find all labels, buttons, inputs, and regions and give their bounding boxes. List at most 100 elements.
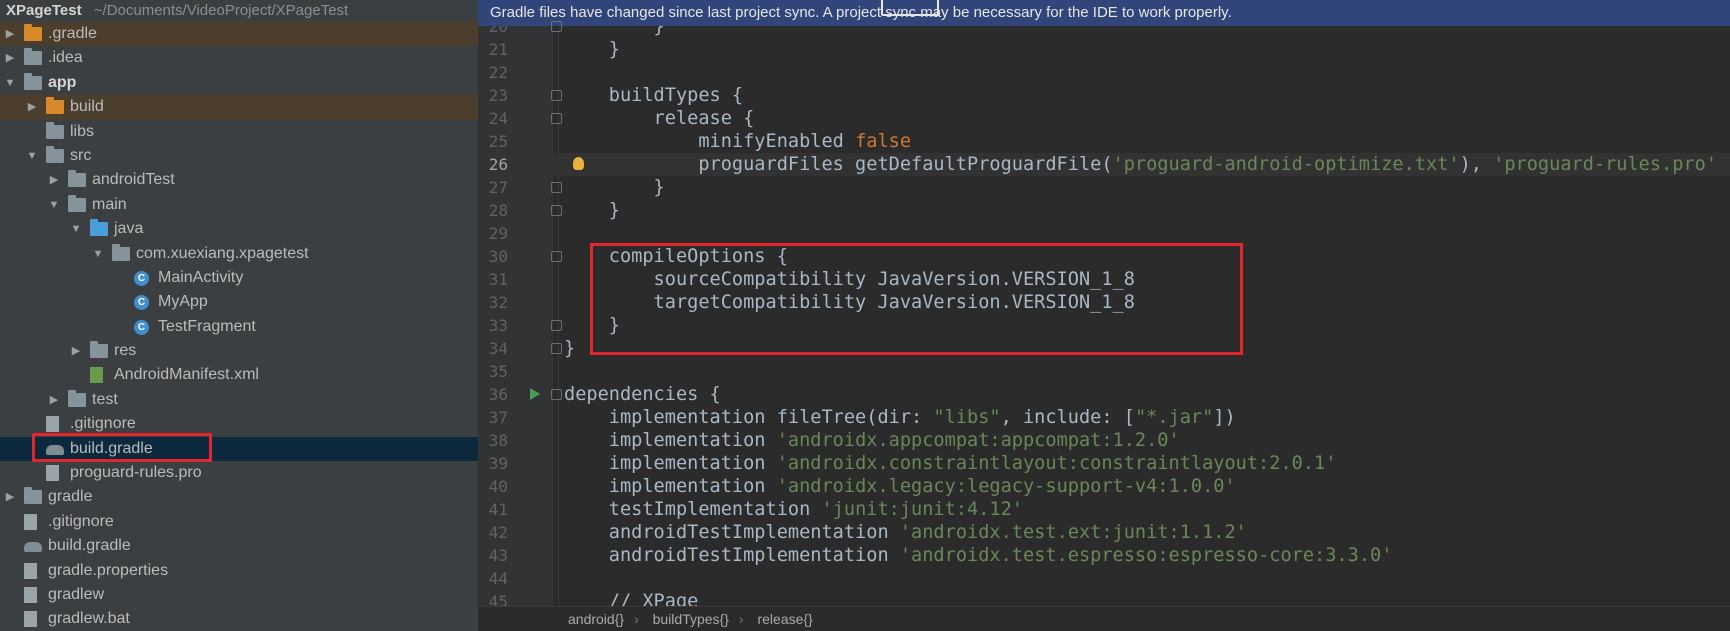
tree-item[interactable]: ▼ src	[0, 144, 478, 168]
code-line[interactable]: androidTestImplementation 'androidx.test…	[564, 521, 1247, 544]
code-line[interactable]: implementation 'androidx.appcompat:appco…	[564, 429, 1180, 452]
code-line[interactable]: compileOptions {	[564, 245, 788, 268]
code-token: }	[564, 315, 620, 336]
tree-item[interactable]: gradlew.bat	[0, 607, 478, 631]
tree-item[interactable]: ▶ .gradle	[0, 22, 478, 47]
code-line[interactable]: minifyEnabled false	[564, 130, 911, 153]
code-line[interactable]: }	[564, 314, 620, 337]
tree-item[interactable]: gradle.properties	[0, 559, 478, 583]
code-token: proguardFiles getDefaultProguardFile(	[564, 154, 1113, 175]
fold-marker-icon[interactable]	[551, 320, 562, 331]
tree-item[interactable]: C TestFragment	[0, 315, 478, 339]
code-token: }	[564, 338, 576, 359]
project-header[interactable]: XPageTest ~/Documents/VideoProject/XPage…	[0, 0, 478, 21]
chevron-right-icon[interactable]: ▶	[48, 168, 60, 192]
code-token: }	[564, 39, 620, 60]
chevron-down-icon[interactable]: ▼	[4, 71, 16, 95]
fold-marker-icon[interactable]	[551, 343, 562, 354]
tree-item-label: .gradle	[48, 25, 97, 42]
tree-item[interactable]: ▼ com.xuexiang.xpagetest	[0, 242, 478, 266]
tree-item[interactable]: ▼ java	[0, 217, 478, 241]
code-line[interactable]: sourceCompatibility JavaVersion.VERSION_…	[564, 268, 1135, 291]
code-line[interactable]: }	[564, 38, 620, 61]
code-line[interactable]: }	[564, 337, 575, 360]
breadcrumb-item[interactable]: buildTypes{}	[653, 611, 729, 627]
tree-item[interactable]: ▼ app	[0, 71, 478, 95]
tree-item[interactable]: C MyApp	[0, 290, 478, 314]
file-icon	[24, 586, 37, 603]
tree-item[interactable]: AndroidManifest.xml	[0, 363, 478, 387]
tree-item[interactable]: .gitignore	[0, 412, 478, 436]
chevron-right-icon[interactable]: ▶	[4, 46, 16, 70]
line-number: 41	[488, 500, 508, 519]
fold-marker-icon[interactable]	[551, 113, 562, 124]
project-tree: ▶ .gradle ▶ .idea ▼ app ▶ build libs ▼ src ▶ android…	[0, 22, 478, 631]
tree-item[interactable]: ▶ androidTest	[0, 168, 478, 192]
line-number: 29	[488, 224, 508, 243]
code-token: buildTypes {	[564, 85, 744, 106]
chevron-down-icon[interactable]: ▼	[48, 193, 60, 217]
code-line[interactable]: dependencies {	[564, 383, 721, 406]
tree-item[interactable]: .gitignore	[0, 510, 478, 534]
code-line[interactable]: }	[564, 199, 620, 222]
fold-marker-icon[interactable]	[551, 182, 562, 193]
code-line[interactable]: implementation 'androidx.constraintlayou…	[564, 452, 1337, 475]
code-line[interactable]: implementation 'androidx.legacy:legacy-s…	[564, 475, 1236, 498]
chevron-down-icon[interactable]: ▼	[70, 217, 82, 241]
tree-item[interactable]: build.gradle	[0, 436, 478, 462]
line-number: 27	[488, 178, 508, 197]
chevron-right-icon[interactable]: ▶	[4, 485, 16, 509]
tree-item[interactable]: ▼ main	[0, 193, 478, 217]
line-gutter: 20 21 22 23 24 25 26 27 28 29 30 31 32 33 34 35 36 37 38 39…	[478, 17, 553, 611]
folder-icon	[90, 219, 108, 237]
breadcrumb-item[interactable]: release{}	[757, 611, 812, 627]
fold-marker-icon[interactable]	[551, 251, 562, 262]
gradle-sync-notification[interactable]: Gradle files have changed since last pro…	[478, 0, 1730, 26]
code-token: }	[564, 177, 665, 198]
tree-item[interactable]: ▶ test	[0, 388, 478, 412]
code-line[interactable]: androidTestImplementation 'androidx.test…	[564, 544, 1393, 567]
fold-marker-icon[interactable]	[551, 205, 562, 216]
code-line[interactable]: release {	[564, 107, 755, 130]
chevron-right-icon[interactable]: ▶	[48, 388, 60, 412]
tree-item[interactable]: ▶ gradle	[0, 485, 478, 509]
code-line[interactable]: proguardFiles getDefaultProguardFile('pr…	[564, 153, 1717, 176]
chevron-right-icon[interactable]: ▶	[26, 95, 38, 119]
code-token: implementation	[564, 430, 777, 451]
tree-item-label: build	[70, 98, 104, 116]
line-number: 42	[488, 523, 508, 542]
code-line[interactable]: testImplementation 'junit:junit:4.12'	[564, 498, 1023, 521]
code-token: dependencies {	[564, 384, 721, 405]
code-line[interactable]: buildTypes {	[564, 84, 743, 107]
tree-item-label: build.gradle	[48, 537, 131, 555]
tree-item[interactable]: proguard-rules.pro	[0, 461, 478, 485]
fold-marker-icon[interactable]	[551, 90, 562, 101]
tree-item[interactable]: ▶ .idea	[0, 46, 478, 70]
tree-item[interactable]: gradlew	[0, 583, 478, 607]
chevron-down-icon[interactable]: ▼	[92, 242, 104, 266]
tree-item[interactable]: ▶ build	[0, 95, 478, 120]
tree-item[interactable]: ▶ res	[0, 339, 478, 363]
chevron-right-icon[interactable]: ▶	[70, 339, 82, 363]
code-token: release {	[564, 108, 755, 129]
tree-item[interactable]: C MainActivity	[0, 266, 478, 290]
chevron-right-icon[interactable]: ▶	[4, 22, 16, 46]
fold-marker-icon[interactable]	[551, 389, 562, 400]
tree-item[interactable]: libs	[0, 120, 478, 144]
tree-item-label: com.xuexiang.xpagetest	[136, 244, 309, 262]
code-line[interactable]: }	[564, 176, 665, 199]
breadcrumb-item[interactable]: android{}	[568, 611, 624, 627]
run-gutter-icon[interactable]	[530, 388, 540, 400]
code-editor[interactable]: 20 21 22 23 24 25 26 27 28 29 30 31 32 33 34 35 36 37 38 39…	[478, 0, 1730, 631]
code-token: implementation	[564, 476, 777, 497]
line-number: 43	[488, 546, 508, 565]
tree-item[interactable]: build.gradle	[0, 534, 478, 558]
code-line[interactable]: implementation fileTree(dir: "libs", inc…	[564, 406, 1236, 429]
code-line[interactable]: targetCompatibility JavaVersion.VERSION_…	[564, 291, 1135, 314]
lightbulb-icon[interactable]	[573, 157, 584, 170]
code-token: implementation	[564, 453, 777, 474]
fold-marker-icon[interactable]	[551, 21, 562, 32]
code-token: }	[564, 200, 620, 221]
project-name: XPageTest	[6, 2, 82, 19]
chevron-down-icon[interactable]: ▼	[26, 144, 38, 168]
